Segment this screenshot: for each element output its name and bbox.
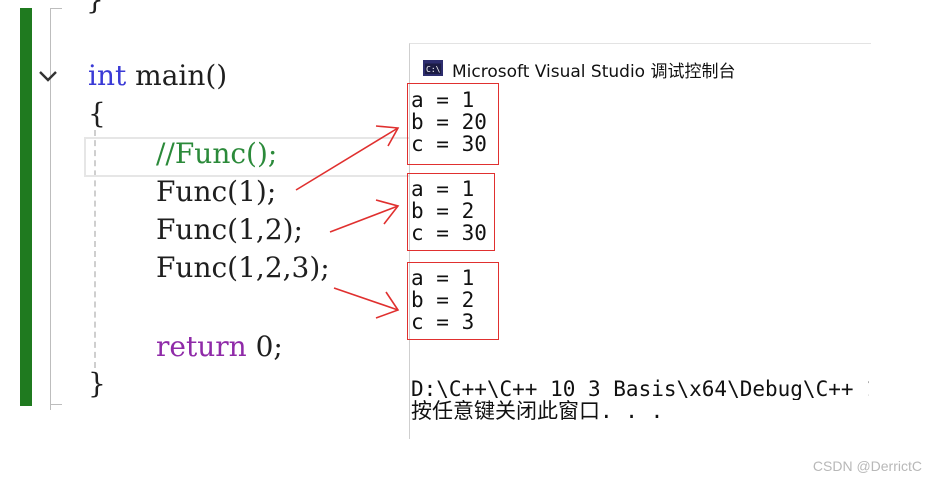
arrow-func12-to-output2 <box>329 199 400 233</box>
annotation-arrows <box>295 125 400 319</box>
arrow-func123-to-output3 <box>333 287 400 319</box>
watermark: CSDN @DerrictC <box>812 458 922 474</box>
arrow-func1-to-output1 <box>295 125 400 191</box>
